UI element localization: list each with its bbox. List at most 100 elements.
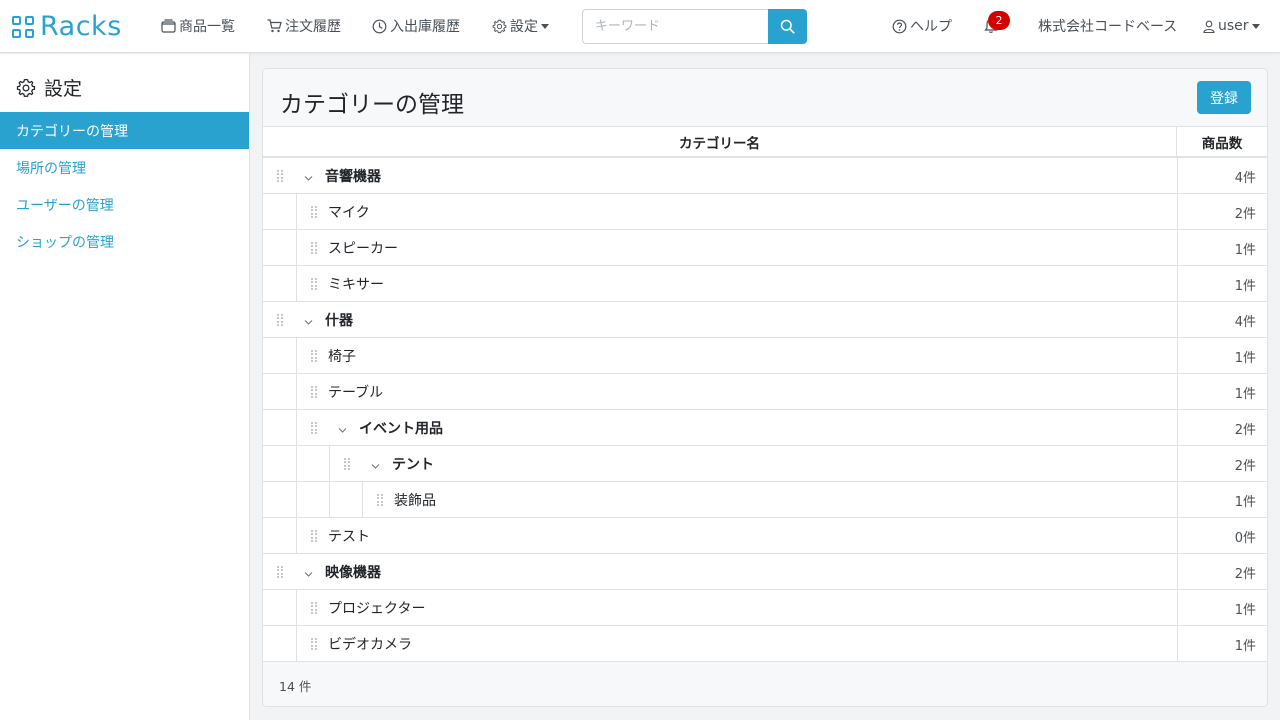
table-row[interactable]: ミキサー 1件: [263, 266, 1267, 302]
indent-guide: [296, 446, 297, 482]
search-button[interactable]: [768, 9, 807, 44]
indent-guide: [362, 482, 363, 518]
table-header: カテゴリー名 商品数: [263, 127, 1267, 158]
drag-handle-icon[interactable]: [311, 350, 317, 362]
category-management-card: カテゴリーの管理 登録 カテゴリー名 商品数 音響機器 4件 マイク 2件 スピーカー 1…: [262, 68, 1268, 707]
nav-item-settings[interactable]: 設定: [491, 15, 549, 37]
item-count: 1件: [1177, 590, 1267, 626]
item-count: 1件: [1177, 338, 1267, 374]
table-row[interactable]: 椅子 1件: [263, 338, 1267, 374]
sidebar-title-label: 設定: [44, 78, 83, 100]
top-navbar: Racks 商品一覧 注文履歴 入出庫履歴 設定 キーワード ヘルプ 2 株式会…: [0, 0, 1280, 53]
drag-handle-icon[interactable]: [277, 314, 283, 326]
category-name: ビデオカメラ: [328, 637, 412, 653]
user-menu[interactable]: user: [1202, 15, 1260, 37]
nav-item-label: 入出庫履歴: [390, 19, 460, 35]
sidebar-item-locations[interactable]: 場所の管理: [0, 149, 249, 186]
item-count: 2件: [1177, 446, 1267, 482]
chevron-down-icon[interactable]: [338, 423, 347, 433]
category-name: テスト: [328, 529, 370, 545]
item-count: 2件: [1177, 554, 1267, 590]
table-row[interactable]: マイク 2件: [263, 194, 1267, 230]
table-row[interactable]: 映像機器 2件: [263, 554, 1267, 590]
table-row[interactable]: 装飾品 1件: [263, 482, 1267, 518]
total-count: 14 件: [279, 678, 312, 694]
indent-guide: [296, 590, 297, 626]
indent-guide: [296, 410, 297, 446]
drag-handle-icon[interactable]: [277, 170, 283, 182]
drag-handle-icon[interactable]: [311, 422, 317, 434]
column-header-name: カテゴリー名: [263, 127, 1177, 156]
table-row[interactable]: 音響機器 4件: [263, 158, 1267, 194]
user-label: user: [1218, 18, 1249, 34]
chevron-down-icon[interactable]: [304, 315, 313, 325]
item-count: 1件: [1177, 482, 1267, 518]
item-count: 1件: [1177, 230, 1267, 266]
search-bar: [582, 9, 807, 44]
category-name: マイク: [328, 205, 370, 221]
search-icon: [780, 19, 795, 34]
caret-down-icon: [541, 23, 549, 29]
category-name: イベント用品: [359, 421, 443, 437]
sidebar-item-users[interactable]: ユーザーの管理: [0, 186, 249, 223]
clock-icon: [371, 18, 387, 34]
category-name: 什器: [325, 313, 353, 329]
racks-logo-icon: [12, 15, 34, 38]
sidebar-title: 設定: [16, 74, 82, 101]
drag-handle-icon[interactable]: [311, 530, 317, 542]
drag-handle-icon[interactable]: [311, 638, 317, 650]
item-count: 4件: [1177, 158, 1267, 194]
chevron-down-icon[interactable]: [371, 459, 380, 469]
chevron-down-icon[interactable]: [304, 171, 313, 181]
category-name: 椅子: [328, 349, 356, 365]
chevron-down-icon[interactable]: [304, 567, 313, 577]
search-input[interactable]: [582, 9, 768, 44]
table-row[interactable]: プロジェクター 1件: [263, 590, 1267, 626]
drag-handle-icon[interactable]: [311, 206, 317, 218]
item-count: 2件: [1177, 194, 1267, 230]
cart-icon: [266, 18, 282, 34]
brand-logo[interactable]: Racks: [12, 10, 122, 43]
table-row[interactable]: テーブル 1件: [263, 374, 1267, 410]
table-row[interactable]: スピーカー 1件: [263, 230, 1267, 266]
category-name: 音響機器: [325, 169, 381, 185]
category-name: スピーカー: [328, 241, 398, 257]
nav-item-label: 設定: [510, 19, 538, 35]
drag-handle-icon[interactable]: [311, 602, 317, 614]
register-button[interactable]: 登録: [1197, 81, 1251, 114]
sidebar-item-categories[interactable]: カテゴリーの管理: [0, 112, 249, 149]
nav-item-products[interactable]: 商品一覧: [160, 15, 235, 37]
indent-guide: [296, 518, 297, 554]
nav-item-orders[interactable]: 注文履歴: [266, 15, 341, 37]
table-row[interactable]: テスト 0件: [263, 518, 1267, 554]
drag-handle-icon[interactable]: [311, 242, 317, 254]
table-row[interactable]: テント 2件: [263, 446, 1267, 482]
indent-guide: [296, 374, 297, 410]
item-count: 1件: [1177, 626, 1267, 662]
brand-name: Racks: [40, 11, 122, 42]
category-name: プロジェクター: [328, 601, 426, 617]
table-row[interactable]: イベント用品 2件: [263, 410, 1267, 446]
category-name: ミキサー: [328, 277, 384, 293]
help-link[interactable]: ヘルプ: [891, 15, 952, 37]
settings-sidebar: 設定 カテゴリーの管理 場所の管理 ユーザーの管理 ショップの管理: [0, 54, 250, 720]
gear-icon: [16, 78, 36, 98]
table-row[interactable]: ビデオカメラ 1件: [263, 626, 1267, 662]
nav-item-stock-history[interactable]: 入出庫履歴: [371, 15, 460, 37]
drag-handle-icon[interactable]: [311, 386, 317, 398]
nav-item-label: 商品一覧: [179, 19, 235, 35]
category-name: テーブル: [328, 385, 384, 401]
box-icon: [160, 18, 176, 34]
drag-handle-icon[interactable]: [344, 458, 350, 470]
page-title: カテゴリーの管理: [280, 92, 464, 118]
drag-handle-icon[interactable]: [277, 566, 283, 578]
category-name: 装飾品: [394, 493, 436, 509]
drag-handle-icon[interactable]: [377, 494, 383, 506]
notification-badge[interactable]: 2: [988, 11, 1010, 30]
category-name: 映像機器: [325, 565, 381, 581]
sidebar-item-shops[interactable]: ショップの管理: [0, 223, 249, 260]
table-row[interactable]: 什器 4件: [263, 302, 1267, 338]
item-count: 0件: [1177, 518, 1267, 554]
drag-handle-icon[interactable]: [311, 278, 317, 290]
question-circle-icon: [891, 18, 907, 34]
